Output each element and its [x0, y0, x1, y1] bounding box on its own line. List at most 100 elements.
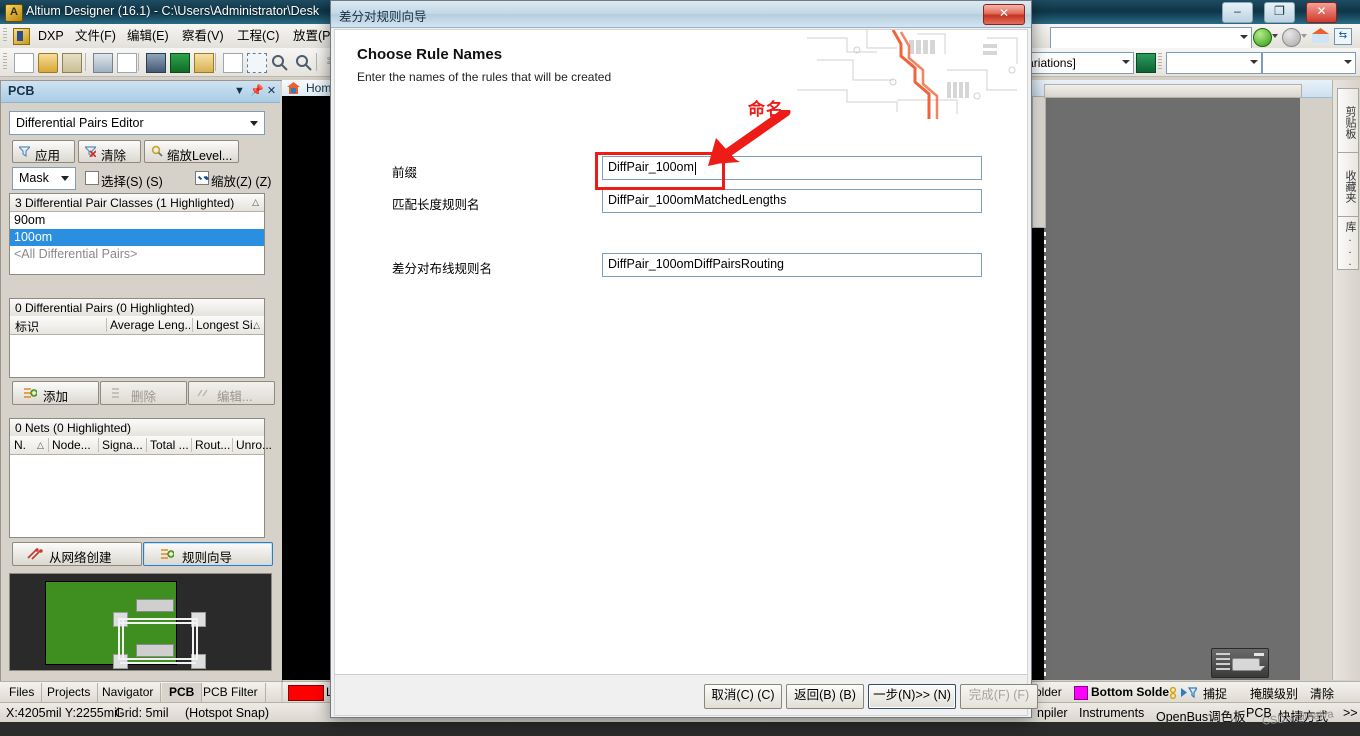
vertical-tab-clipboard[interactable]: 剪贴板	[1337, 88, 1359, 156]
vertical-tab-library[interactable]: 库...	[1337, 216, 1359, 270]
cancel-button[interactable]: 取消(C) (C)	[704, 684, 782, 709]
window-close-button[interactable]: ✕	[1306, 2, 1337, 23]
pcb-trace	[120, 662, 196, 664]
select-checkbox[interactable]	[85, 171, 99, 185]
editor-horizontal-scrollbar[interactable]	[1044, 84, 1302, 98]
sheet-symbol-icon[interactable]	[1136, 53, 1156, 73]
vertical-tab-favorites[interactable]: 收藏夹	[1337, 152, 1359, 220]
back-button[interactable]: 返回(B) (B)	[786, 684, 864, 709]
toolbar-grip-2[interactable]	[1158, 53, 1162, 71]
menu-project[interactable]: 工程(C)	[232, 28, 284, 44]
window-restore-button[interactable]: ❐	[1264, 2, 1295, 23]
clear-label: 清除	[101, 149, 127, 163]
column-header-unrouted[interactable]: Unro...	[236, 438, 274, 452]
diff-pairs-routing-rule-value: DiffPair_100omDiffPairsRouting	[608, 257, 785, 271]
bottom-tab-instruments[interactable]: Instruments	[1079, 706, 1144, 720]
tab-navigator[interactable]: Navigator	[95, 683, 162, 702]
layer-color-swatch-magenta[interactable]	[1074, 686, 1088, 700]
column-header-nodes[interactable]: Node...	[52, 438, 96, 452]
browse-combo[interactable]	[1050, 27, 1252, 49]
print-preview-icon[interactable]	[117, 53, 137, 73]
list-item[interactable]: 100om	[10, 229, 264, 246]
zoom-area-icon[interactable]	[247, 53, 267, 73]
pcb-artwork-decoration	[797, 30, 1018, 120]
save-icon[interactable]	[62, 53, 82, 73]
pcb-panel-header: PCB ▼ 📌 ✕	[1, 81, 280, 103]
nets-list[interactable]: 0 Nets (0 Highlighted) N. △ Node... Sign…	[9, 418, 272, 538]
schematic-icon[interactable]	[170, 53, 190, 73]
menu-view[interactable]: 察看(V)	[177, 28, 229, 44]
menu-edit[interactable]: 编辑(E)	[122, 28, 174, 44]
layer-label-mask-level[interactable]: 掩膜级别	[1250, 685, 1298, 702]
menu-dxp[interactable]: DXP	[33, 28, 69, 44]
column-header-average-length[interactable]: Average Leng...	[110, 318, 190, 332]
keyboard-overlay-widget[interactable]	[1211, 648, 1269, 678]
zoom-checkbox[interactable]	[195, 171, 209, 185]
layer-label-clear[interactable]: 清除	[1310, 685, 1334, 702]
column-header-routed[interactable]: Rout...	[195, 438, 233, 452]
zoom-filter-icon[interactable]	[295, 53, 313, 71]
sort-ascending-icon[interactable]: △	[252, 197, 259, 208]
tab-projects[interactable]: Projects	[40, 683, 99, 702]
layer-label-bottom-solder[interactable]: Bottom Solde	[1091, 685, 1169, 699]
bottom-tab-more[interactable]: >>	[1343, 706, 1358, 720]
rule-wizard-button[interactable]: 规则向导	[143, 542, 273, 566]
add-pair-button[interactable]: 添加	[12, 381, 99, 405]
back-arrow-icon[interactable]	[1253, 28, 1272, 47]
clear-button[interactable]: 清除	[78, 140, 141, 163]
secondary-combo-2[interactable]	[1262, 52, 1356, 74]
back-dropdown-icon[interactable]	[1272, 34, 1278, 38]
layer-label-snap[interactable]: 捕捉	[1203, 685, 1227, 702]
list-item[interactable]: 90om	[10, 212, 264, 229]
zoom-select-icon[interactable]	[271, 53, 289, 71]
dropdown-icon[interactable]: ▼	[233, 85, 246, 98]
editor-vertical-scrollbar[interactable]	[1032, 96, 1046, 228]
column-header-name[interactable]: N.	[14, 438, 36, 452]
column-header-id[interactable]: 标识	[15, 318, 95, 335]
print-icon[interactable]	[93, 53, 113, 73]
library-icon[interactable]	[194, 53, 214, 73]
zoom-document-icon[interactable]	[223, 53, 243, 73]
tab-pcb-filter[interactable]: PCB Filter	[196, 683, 266, 702]
variations-combo[interactable]: Variations]	[1014, 52, 1134, 74]
layer-color-swatch-red[interactable]	[288, 685, 324, 701]
editor-mode-combo[interactable]: Differential Pairs Editor	[9, 111, 265, 135]
column-header-total[interactable]: Total ...	[150, 438, 192, 452]
forward-arrow-icon	[1282, 28, 1301, 47]
mask-combo[interactable]: Mask	[12, 167, 76, 190]
refresh-icon[interactable]: ⇆	[1334, 28, 1352, 45]
column-header-signal[interactable]: Signa...	[102, 438, 146, 452]
sort-ascending-icon[interactable]: △	[253, 320, 260, 331]
new-document-icon[interactable]	[14, 53, 34, 73]
home-icon[interactable]	[1312, 28, 1329, 43]
sort-ascending-icon[interactable]: △	[37, 440, 44, 451]
open-folder-icon[interactable]	[38, 53, 58, 73]
ime-dropdown-icon[interactable]	[1255, 666, 1265, 671]
create-from-nets-button[interactable]: 从网络创建	[12, 542, 142, 566]
diff-pairs-routing-rule-input[interactable]: DiffPair_100omDiffPairsRouting	[602, 253, 982, 277]
bottom-tab-compiler[interactable]: npiler	[1037, 706, 1068, 720]
window-minimize-button[interactable]: –	[1222, 2, 1253, 23]
secondary-combo-1[interactable]	[1166, 52, 1262, 74]
diff-pair-classes-list[interactable]: 3 Differential Pair Classes (1 Highlight…	[9, 193, 265, 275]
next-button[interactable]: 一步(N)>> (N)	[868, 684, 956, 709]
close-icon[interactable]: ✕	[265, 85, 278, 98]
ime-bar-icon	[1254, 653, 1264, 656]
wizard-close-button[interactable]: ✕	[983, 4, 1025, 25]
layer-options-icon[interactable]	[1169, 686, 1199, 702]
tab-files[interactable]: Files	[2, 683, 43, 702]
menu-file[interactable]: 文件(F)	[70, 28, 121, 44]
menu-grip[interactable]	[3, 28, 7, 43]
toolbar-grip-1[interactable]	[3, 53, 7, 71]
column-header-longest-size[interactable]: Longest Si...	[196, 318, 256, 332]
chevron-down-icon	[61, 176, 69, 181]
pcb-component	[136, 599, 174, 612]
matched-lengths-rule-input[interactable]: DiffPair_100omMatchedLengths	[602, 189, 982, 213]
zoom-level-button[interactable]: 缩放Level...	[144, 140, 239, 163]
differential-pairs-list[interactable]: 0 Differential Pairs (0 Highlighted) 标识 …	[9, 298, 265, 378]
list-item[interactable]: <All Differential Pairs>	[10, 246, 264, 263]
apply-button[interactable]: 应用	[12, 140, 75, 163]
pcb-thumbnail-preview[interactable]	[9, 573, 272, 671]
pin-icon[interactable]: 📌	[250, 85, 264, 98]
pcb-board-icon[interactable]	[146, 53, 166, 73]
